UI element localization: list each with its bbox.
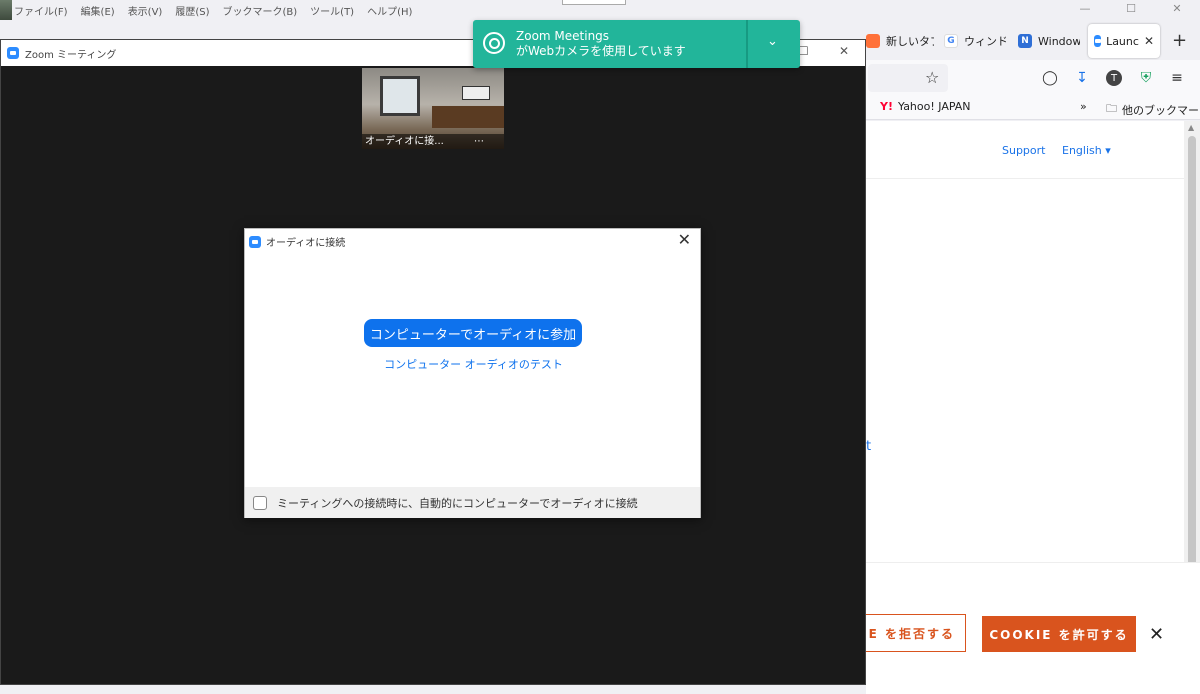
auto-connect-label: ミーティングへの接続時に、自動的にコンピューターでオーディオに接続 bbox=[277, 496, 638, 510]
folder-icon: 🗀 bbox=[1106, 102, 1117, 115]
menu-bookmarks[interactable]: ブックマーク(B) bbox=[223, 3, 298, 18]
auto-connect-checkbox[interactable] bbox=[253, 495, 267, 510]
notification-message: がWebカメラを使用しています bbox=[516, 44, 686, 58]
join-computer-audio-button[interactable]: コンピューターでオーディオに参加 bbox=[364, 319, 582, 347]
bookmark-yahoo[interactable]: Y! Yahoo! JAPAN bbox=[880, 100, 971, 113]
menu-view[interactable]: 表示(V) bbox=[128, 3, 163, 18]
video-frame-shape bbox=[462, 86, 490, 100]
close-icon[interactable]: ✕ bbox=[1144, 34, 1154, 48]
participant-name: オーディオに接... bbox=[365, 136, 444, 147]
notification-title: Zoom Meetings bbox=[516, 29, 610, 43]
dialog-titlebar: オーディオに接続 bbox=[249, 234, 345, 249]
close-icon[interactable]: ✕ bbox=[678, 230, 691, 249]
bookmark-label: 他のブックマーク bbox=[1122, 103, 1200, 117]
minimize-icon[interactable]: — bbox=[1062, 0, 1108, 20]
more-icon[interactable]: ⋯ bbox=[474, 134, 484, 149]
audio-join-dialog: オーディオに接続 ✕ コンピューターでオーディオに参加 コンピューター オーディ… bbox=[244, 228, 701, 518]
google-icon: G bbox=[944, 34, 958, 48]
close-icon[interactable]: ✕ bbox=[1154, 0, 1200, 20]
video-participant-label: オーディオに接... ⋯ bbox=[362, 134, 504, 149]
dialog-title: オーディオに接続 bbox=[266, 238, 346, 249]
new-tab-icon[interactable]: + bbox=[1172, 30, 1187, 51]
notion-n-icon: N bbox=[1018, 34, 1032, 48]
tab-new-tab[interactable]: 新しいタブ bbox=[866, 29, 934, 53]
webcam-notification[interactable]: Zoom Meetings がWebカメラを使用しています ⌄ bbox=[473, 20, 800, 68]
tab-label: 新しいタブ bbox=[886, 35, 934, 48]
shield-icon[interactable]: ⛨ bbox=[1137, 69, 1155, 87]
close-icon[interactable]: ✕ bbox=[839, 44, 849, 58]
desktop-wallpaper-strip bbox=[0, 0, 12, 20]
tab-window-2[interactable]: N Window bbox=[1018, 29, 1080, 53]
cookie-allow-button[interactable]: COOKIE を許可する bbox=[982, 616, 1136, 652]
star-icon[interactable]: ☆ bbox=[925, 68, 939, 87]
bookmark-overflow-icon[interactable]: » bbox=[1080, 100, 1087, 113]
video-shelf-shape bbox=[432, 106, 504, 128]
tab-label: Launc bbox=[1106, 34, 1139, 48]
notification-text: Zoom Meetings がWebカメラを使用しています bbox=[516, 29, 686, 59]
zoom-icon bbox=[249, 235, 261, 248]
menu-file[interactable]: ファイル(F) bbox=[14, 3, 68, 18]
support-link[interactable]: Support bbox=[1002, 144, 1045, 157]
tab-label: Window bbox=[1038, 34, 1080, 48]
tab-active-launch[interactable]: Launc ✕ bbox=[1088, 24, 1160, 58]
chevron-down-icon[interactable]: ⌄ bbox=[767, 34, 778, 49]
zoom-window-title: Zoom ミーティング bbox=[25, 49, 117, 61]
header-divider bbox=[866, 178, 1184, 179]
browser-window-controls: — ☐ ✕ bbox=[1062, 0, 1200, 20]
pocket-icon[interactable]: ◯ bbox=[1041, 69, 1059, 87]
self-video-thumbnail[interactable]: オーディオに接... ⋯ bbox=[362, 68, 504, 149]
language-select[interactable]: English ▾ bbox=[1062, 144, 1111, 157]
yahoo-icon: Y! bbox=[880, 100, 893, 113]
menu-hamburger-icon[interactable]: ≡ bbox=[1168, 69, 1186, 87]
zoom-icon bbox=[1094, 35, 1102, 47]
account-avatar-icon[interactable]: T bbox=[1105, 69, 1123, 87]
firefox-icon bbox=[866, 34, 880, 48]
tab-label: ウィンドウ bbox=[964, 35, 1006, 48]
maximize-icon[interactable]: ☐ bbox=[1108, 0, 1154, 20]
webcam-icon bbox=[483, 32, 505, 54]
menu-help[interactable]: ヘルプ(H) bbox=[367, 3, 412, 18]
video-window-shape bbox=[380, 76, 420, 116]
bookmark-label: Yahoo! JAPAN bbox=[897, 100, 971, 113]
test-audio-link[interactable]: コンピューター オーディオのテスト bbox=[245, 356, 702, 372]
window-snap-indicator bbox=[562, 0, 626, 5]
download-icon[interactable]: ↧ bbox=[1073, 69, 1091, 87]
menu-tools[interactable]: ツール(T) bbox=[310, 3, 354, 18]
close-icon[interactable]: ✕ bbox=[1149, 624, 1164, 645]
menu-edit[interactable]: 編集(E) bbox=[81, 3, 115, 18]
tab-window[interactable]: G ウィンドウ bbox=[944, 29, 1006, 53]
menu-history[interactable]: 履歴(S) bbox=[175, 3, 209, 18]
zoom-icon bbox=[7, 47, 19, 59]
partial-link[interactable]: t bbox=[866, 439, 871, 454]
scroll-up-icon[interactable]: ▲ bbox=[1188, 123, 1194, 132]
dialog-footer: ミーティングへの接続時に、自動的にコンピューターでオーディオに接続 bbox=[245, 487, 700, 518]
menu-items: ファイル(F) 編集(E) 表示(V) 履歴(S) ブックマーク(B) ツール(… bbox=[14, 0, 412, 20]
notification-divider bbox=[746, 20, 748, 68]
bookmark-other[interactable]: 🗀 他のブックマーク bbox=[1106, 100, 1200, 119]
